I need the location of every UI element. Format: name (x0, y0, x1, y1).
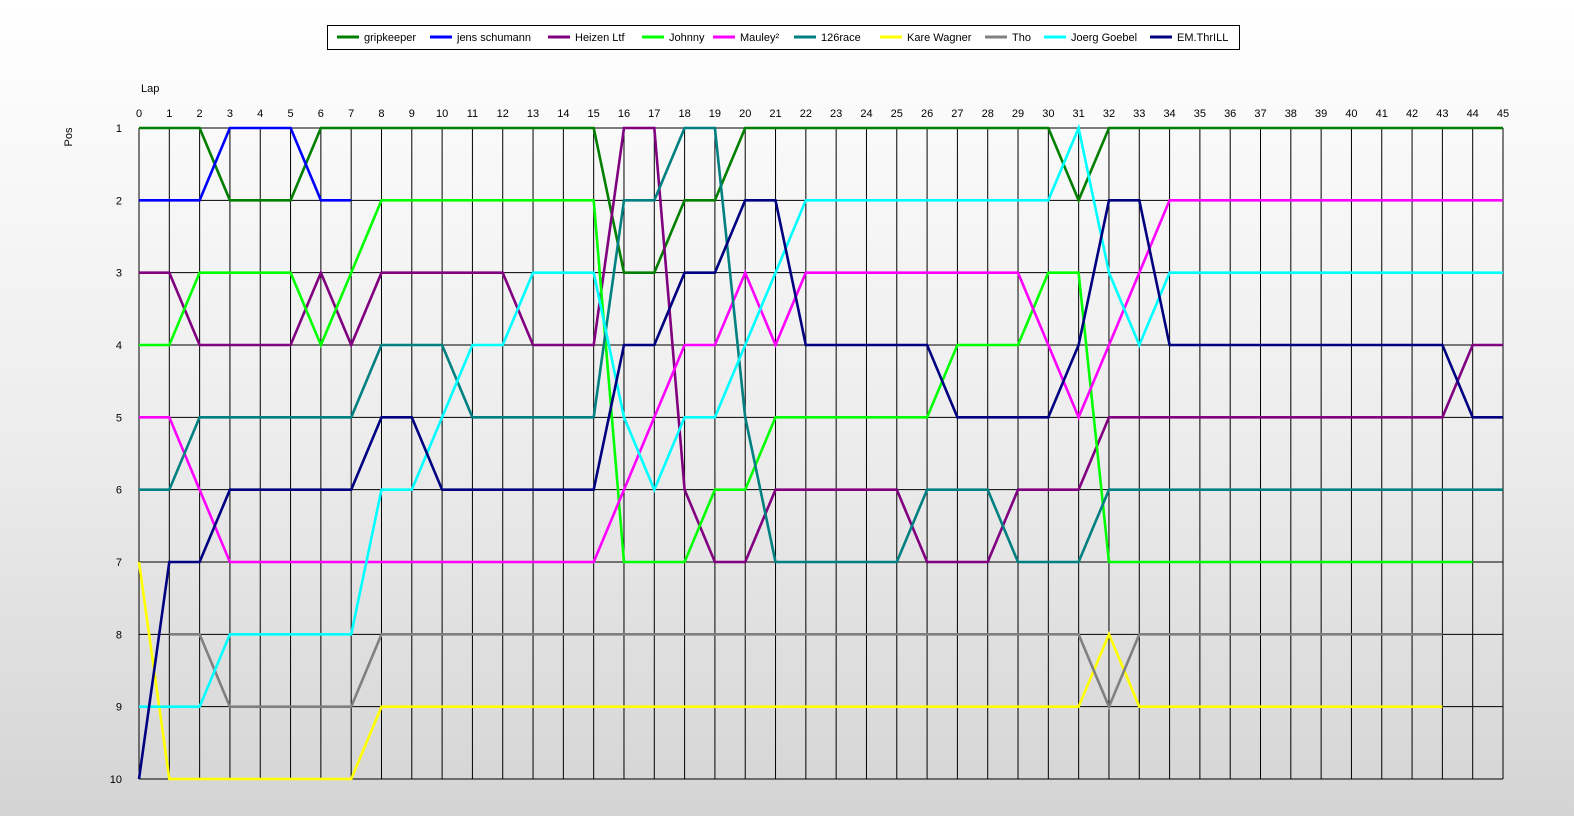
y-tick-label: 6 (116, 485, 122, 497)
x-tick-label: 12 (497, 108, 509, 120)
legend-label: Kare Wagner (907, 32, 972, 44)
x-tick-label: 34 (1163, 108, 1175, 120)
y-tick-label: 5 (116, 412, 122, 424)
x-tick-label: 16 (618, 108, 630, 120)
x-tick-label: 41 (1376, 108, 1388, 120)
legend-label: Heizen Ltf (575, 32, 625, 44)
x-tick-label: 5 (287, 108, 293, 120)
x-tick-label: 19 (709, 108, 721, 120)
x-tick-label: 35 (1194, 108, 1206, 120)
x-tick-label: 17 (648, 108, 660, 120)
x-tick-label: 13 (527, 108, 539, 120)
legend-label: jens schumann (456, 32, 531, 44)
series-layer (137, 123, 1503, 781)
x-tick-label: 22 (800, 108, 812, 120)
y-tick-label: 10 (110, 774, 122, 786)
x-tick-label: 29 (1012, 108, 1024, 120)
y-tick-label: 3 (116, 268, 122, 280)
x-tick-label: 26 (921, 108, 933, 120)
x-tick-label: 32 (1103, 108, 1115, 120)
x-tick-labels: 0 1 2 3 4 5 6 7 8 9 10 11 12 13 14 15 16 17 18 19 20 21 22 23 24… (136, 108, 1509, 120)
y-axis-title: Pos (63, 127, 75, 146)
y-tick-label: 1 (116, 123, 122, 135)
x-tick-label: 20 (739, 108, 751, 120)
legend-label: Johnny (669, 32, 705, 44)
x-tick-label: 36 (1224, 108, 1236, 120)
x-tick-label: 21 (769, 108, 781, 120)
x-tick-label: 31 (1073, 108, 1085, 120)
x-tick-label: 2 (197, 108, 203, 120)
legend-label: gripkeeper (364, 32, 416, 44)
series-line-jens-schumann (139, 126, 352, 202)
x-tick-label: 45 (1497, 108, 1509, 120)
x-tick-label: 1 (166, 108, 172, 120)
x-tick-label: 43 (1436, 108, 1448, 120)
grid (138, 127, 1504, 780)
legend-label: Tho (1012, 32, 1031, 44)
x-tick-label: 14 (557, 108, 569, 120)
x-tick-label: 39 (1315, 108, 1327, 120)
y-tick-label: 4 (116, 340, 122, 352)
y-tick-label: 9 (116, 702, 122, 714)
x-tick-label: 40 (1345, 108, 1357, 120)
x-tick-label: 24 (860, 108, 872, 120)
x-tick-label: 4 (257, 108, 263, 120)
x-tick-label: 10 (436, 108, 448, 120)
y-tick-label: 8 (116, 629, 122, 641)
x-tick-label: 23 (830, 108, 842, 120)
x-tick-label: 7 (348, 108, 354, 120)
legend-label: EM.ThrILL (1177, 32, 1228, 44)
x-tick-label: 9 (409, 108, 415, 120)
y-tick-labels: 1 2 3 4 5 6 7 8 9 10 (110, 123, 122, 786)
x-tick-label: 25 (891, 108, 903, 120)
x-tick-label: 3 (227, 108, 233, 120)
series-line-mauley (139, 199, 1503, 564)
legend-label: 126race (821, 32, 861, 44)
x-tick-label: 18 (678, 108, 690, 120)
x-axis-title: Lap (141, 83, 159, 95)
x-tick-label: 11 (467, 108, 478, 120)
chart-svg: gripkeeper jens schumann Heizen Ltf Johnny M… (63, 25, 1509, 786)
x-tick-label: 8 (378, 108, 384, 120)
y-tick-label: 2 (116, 195, 122, 207)
x-tick-label: 15 (588, 108, 600, 120)
x-tick-label: 33 (1133, 108, 1145, 120)
x-tick-label: 42 (1406, 108, 1418, 120)
x-tick-label: 6 (318, 108, 324, 120)
x-tick-label: 37 (1254, 108, 1266, 120)
legend: gripkeeper jens schumann Heizen Ltf Johnny M… (327, 25, 1240, 50)
x-tick-label: 38 (1285, 108, 1297, 120)
x-tick-label: 0 (136, 108, 142, 120)
x-tick-label: 44 (1467, 108, 1479, 120)
x-tick-label: 30 (1042, 108, 1054, 120)
position-chart: gripkeeper jens schumann Heizen Ltf Johnny M… (0, 0, 1574, 816)
x-tick-label: 28 (982, 108, 994, 120)
y-tick-label: 7 (116, 557, 122, 569)
x-tick-label: 27 (951, 108, 963, 120)
legend-label: Mauley² (740, 32, 779, 44)
legend-label: Joerg Goebel (1071, 32, 1137, 44)
series-line-kare-wagner (137, 561, 1443, 781)
